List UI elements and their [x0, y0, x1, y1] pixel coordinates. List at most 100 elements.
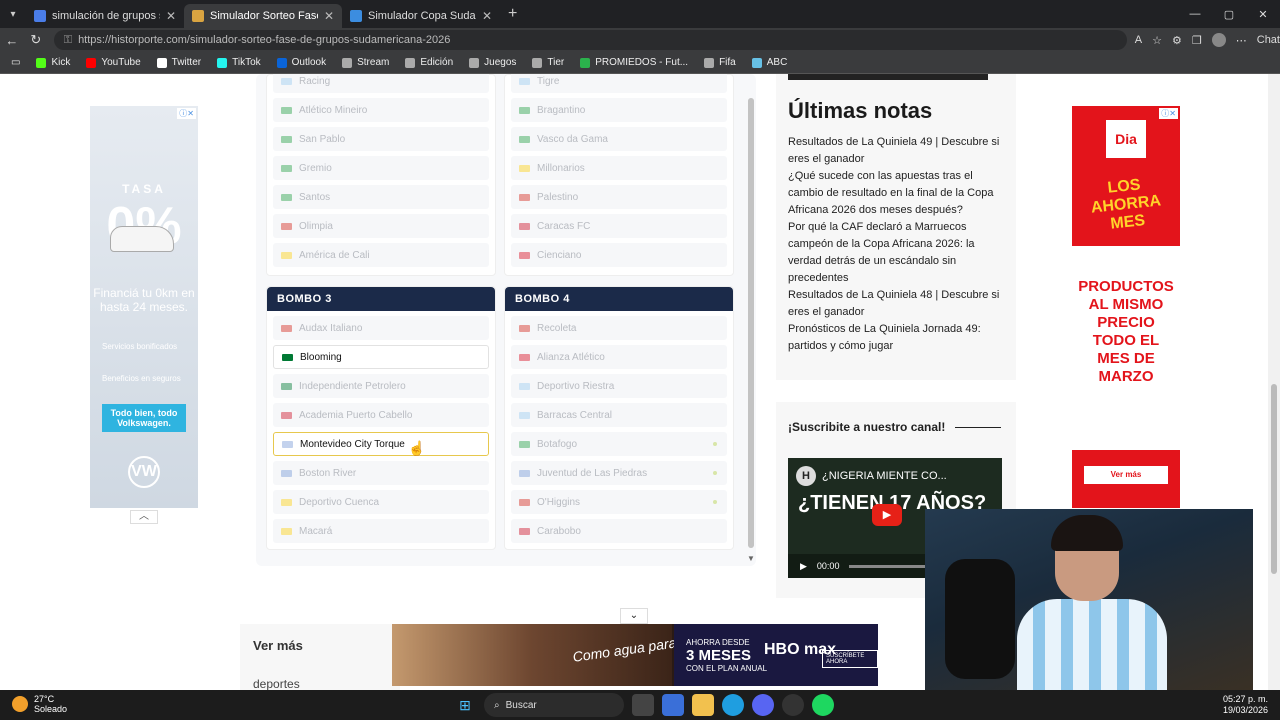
team-item[interactable]: O'Higgins [511, 490, 727, 514]
new-tab-icon[interactable]: + [508, 5, 517, 23]
team-item[interactable]: Racing [273, 74, 489, 93]
team-item[interactable]: Alianza Atlético [511, 345, 727, 369]
close-window-icon[interactable]: ✕ [1246, 0, 1280, 28]
temperature: 27°C [34, 694, 55, 704]
taskbar-search-label: Buscar [505, 699, 537, 711]
edge-icon[interactable] [722, 694, 744, 716]
team-item[interactable]: Juventud de Las Piedras [511, 461, 727, 485]
subscribe-now-button[interactable]: SUSCRÍBETE AHORA [822, 650, 878, 668]
bookmark-item[interactable]: TikTok [212, 57, 266, 68]
team-item[interactable]: Cienciano [511, 243, 727, 267]
team-item[interactable]: San Pablo [273, 127, 489, 151]
team-item[interactable]: Boston River [273, 461, 489, 485]
team-item[interactable]: Atlético Mineiro [273, 98, 489, 122]
bookmark-icon [156, 57, 167, 68]
team-item[interactable]: Macará [273, 519, 489, 543]
pot-3-title: BOMBO 3 [267, 287, 495, 311]
team-item[interactable]: Independiente Petrolero [273, 374, 489, 398]
reload-icon[interactable]: ↻ [24, 32, 48, 48]
ad-info-icon[interactable]: ⓘ✕ [1159, 108, 1178, 119]
maximize-icon[interactable]: ▢ [1212, 0, 1246, 28]
video-play-icon[interactable]: ▶ [800, 561, 807, 572]
team-item[interactable]: Tigre [511, 74, 727, 93]
more-link-sports[interactable]: deportes [253, 677, 387, 690]
note-link[interactable]: Por qué la CAF declaró a Marruecos campe… [788, 219, 1004, 287]
team-item[interactable]: Vasco da Gama [511, 127, 727, 151]
chat-button[interactable]: Chat [1257, 34, 1280, 46]
team-item[interactable]: Botafogo [511, 432, 727, 456]
weather-widget[interactable]: 27°C Soleado [12, 694, 67, 714]
ad-left-cta[interactable]: Todo bien, todo Volkswagen. [102, 404, 186, 432]
bookmark-item[interactable]: Twitter [152, 57, 206, 68]
collapse-ad-button[interactable]: ︿ [130, 510, 158, 524]
team-item[interactable]: América de Cali [273, 243, 489, 267]
tab-close-icon[interactable]: ✕ [324, 9, 334, 23]
note-link[interactable]: Resultados de La Quiniela 48 | Descubre … [788, 287, 1004, 321]
bookmark-item[interactable]: PROMIEDOS - Fut... [575, 57, 693, 68]
team-item[interactable]: Barracas Central [511, 403, 727, 427]
ad-left[interactable]: ⓘ✕ TASA 0% Financiá tu 0km en hasta 24 m… [90, 106, 198, 508]
collections-icon[interactable]: ❐ [1192, 34, 1202, 47]
bookmarks-icon[interactable]: ▭ [6, 57, 25, 68]
bookmark-item[interactable]: Tier [527, 57, 569, 68]
bottom-ad[interactable]: Como agua para Chocolate AHORRA DESDE 3 … [392, 624, 878, 686]
bookmark-item[interactable]: YouTube [81, 57, 145, 68]
browser-tab[interactable]: simulación de grupos sudamerica ✕ [26, 4, 184, 28]
minimize-icon[interactable]: — [1178, 0, 1212, 28]
browser-tab[interactable]: Simulador Copa Sudamericana - C ✕ [342, 4, 500, 28]
bookmark-item[interactable]: Juegos [464, 57, 521, 68]
browser-tab[interactable]: Simulador Sorteo Fase de Grupos ✕ [184, 4, 342, 28]
page-scrollbar[interactable] [1268, 74, 1280, 690]
team-item[interactable]: Montevideo City Torque [273, 432, 489, 456]
simulator-scrollbar[interactable] [748, 98, 754, 548]
discord-icon[interactable] [752, 694, 774, 716]
scroll-down-icon[interactable]: ▼ [747, 554, 755, 563]
steam-icon[interactable] [782, 694, 804, 716]
ad-right[interactable]: ⓘ✕ Dia LOS AHORRA MES PRODUCTOS AL MISMO… [1072, 106, 1180, 508]
bookmark-item[interactable]: Kick [31, 57, 75, 68]
team-item[interactable]: Gremio [273, 156, 489, 180]
play-icon[interactable]: ▶ [872, 504, 902, 526]
team-item[interactable]: Deportivo Riestra [511, 374, 727, 398]
team-item[interactable]: Olimpia [273, 214, 489, 238]
team-item[interactable]: Deportivo Cuenca [273, 490, 489, 514]
favorite-icon[interactable]: ☆ [1152, 34, 1162, 47]
tab-list-icon[interactable]: ▾ [0, 0, 26, 28]
tab-close-icon[interactable]: ✕ [482, 9, 492, 23]
chevron-down-icon[interactable]: ⌄ [620, 608, 648, 624]
note-link[interactable]: Resultados de La Quiniela 49 | Descubre … [788, 134, 1004, 168]
clock[interactable]: 05:27 p. m. 19/03/2026 [1223, 694, 1268, 716]
team-item[interactable]: Bragantino [511, 98, 727, 122]
profile-avatar[interactable] [1211, 33, 1226, 47]
team-item[interactable]: Audax Italiano [273, 316, 489, 340]
team-item[interactable]: Palestino [511, 185, 727, 209]
bookmark-item[interactable]: Fifa [699, 57, 741, 68]
menu-icon[interactable]: ⋯ [1236, 34, 1247, 47]
tab-close-icon[interactable]: ✕ [166, 9, 176, 23]
url-field[interactable]: ⚿ https://historporte.com/simulador-sort… [53, 30, 1127, 50]
back-icon[interactable]: ← [0, 33, 24, 48]
read-aloud-icon[interactable]: A [1135, 34, 1142, 46]
store-icon[interactable] [662, 694, 684, 716]
team-item[interactable]: Academia Puerto Cabello [273, 403, 489, 427]
bookmark-item[interactable]: Stream [337, 57, 394, 68]
bookmark-item[interactable]: ABC [747, 57, 793, 68]
bookmark-item[interactable]: Edición [400, 57, 458, 68]
team-item[interactable]: Millonarios [511, 156, 727, 180]
note-link[interactable]: ¿Qué sucede con las apuestas tras el cam… [788, 168, 1004, 219]
file-explorer-icon[interactable] [692, 694, 714, 716]
spotify-icon[interactable] [812, 694, 834, 716]
ad-info-icon[interactable]: ⓘ✕ [177, 108, 196, 119]
taskbar-search[interactable]: ⌕ Buscar [484, 693, 624, 717]
note-link[interactable]: Pronósticos de La Quiniela Jornada 49: p… [788, 321, 1004, 355]
team-item[interactable]: Carabobo [511, 519, 727, 543]
team-item[interactable]: Caracas FC [511, 214, 727, 238]
task-view-icon[interactable] [632, 694, 654, 716]
bookmark-item[interactable]: Outlook [272, 57, 331, 68]
team-item[interactable]: Blooming [273, 345, 489, 369]
team-item[interactable]: Recoleta [511, 316, 727, 340]
extensions-icon[interactable]: ⚙ [1172, 34, 1182, 47]
team-item[interactable]: Santos [273, 185, 489, 209]
ad-right-cta[interactable]: Ver más [1084, 466, 1168, 484]
windows-start-icon[interactable]: ⊞ [454, 694, 476, 716]
